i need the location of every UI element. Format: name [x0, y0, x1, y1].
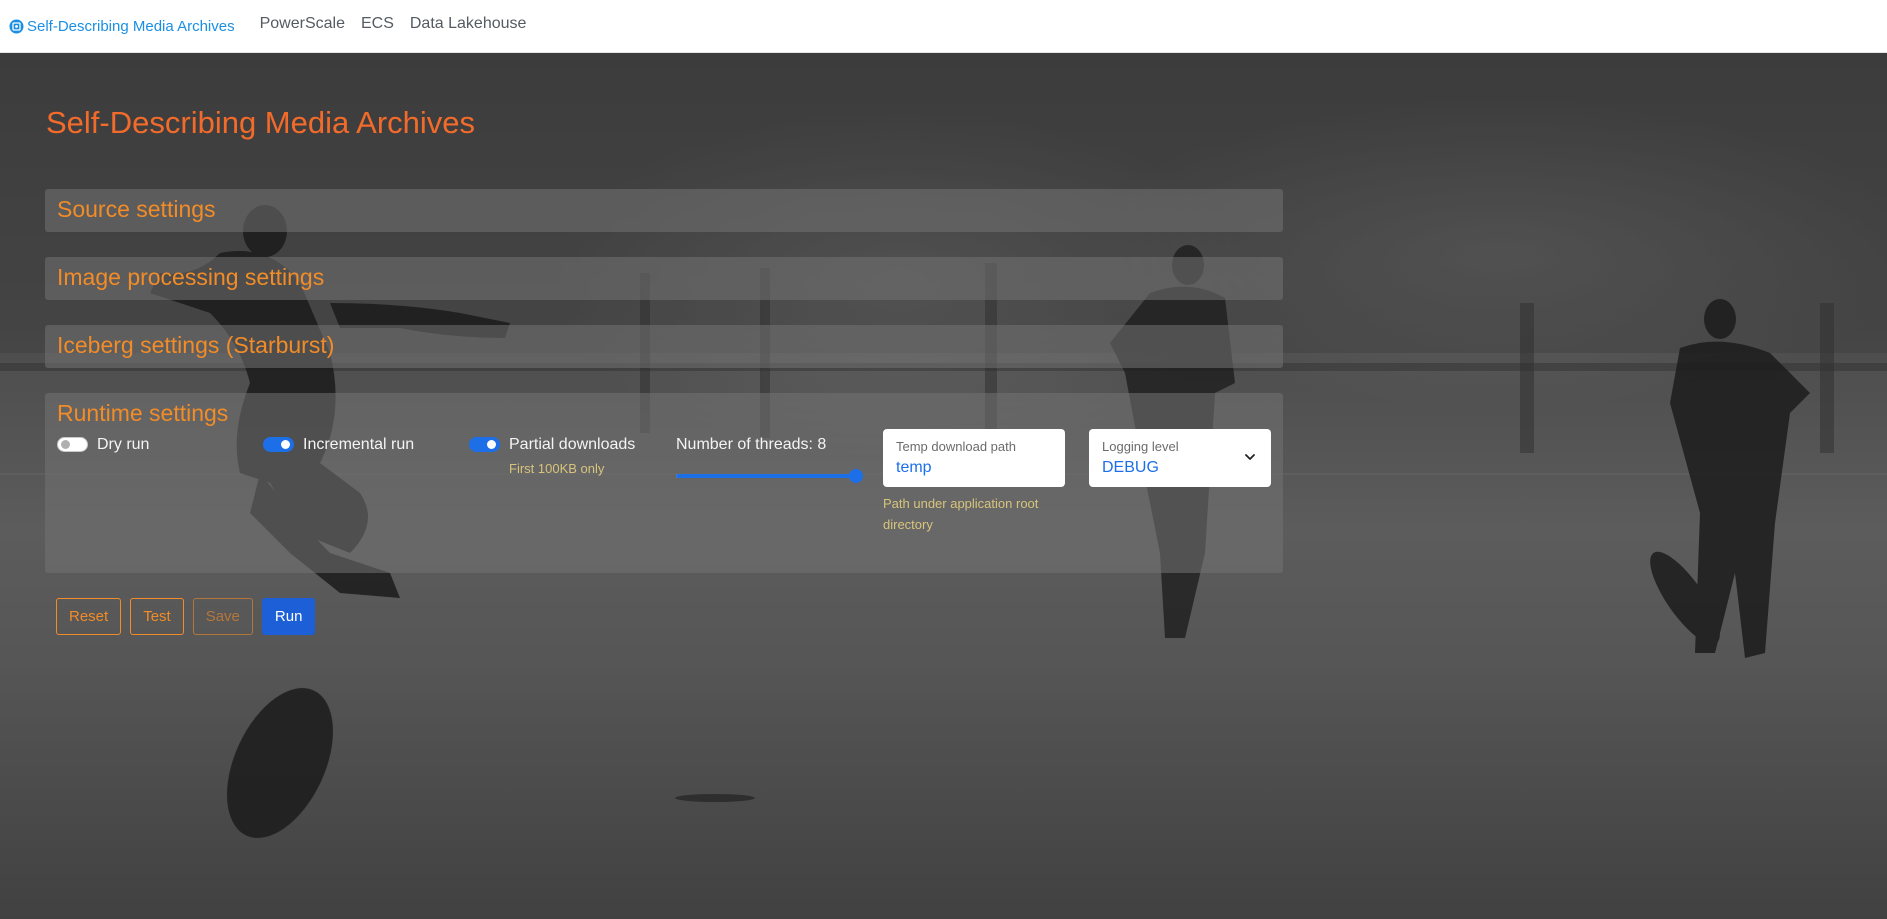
dry-run-switch[interactable]	[57, 437, 88, 452]
temp-download-path-label: Temp download path	[896, 439, 1016, 454]
brand-logo-icon	[9, 19, 24, 34]
test-button[interactable]: Test	[130, 598, 184, 635]
action-buttons: Reset Test Save Run	[56, 598, 324, 635]
temp-download-path-helper: Path under application root directory	[883, 496, 1039, 532]
run-button[interactable]: Run	[261, 598, 316, 635]
threads-slider-fill	[676, 474, 856, 478]
partial-downloads-helper: First 100KB only	[509, 461, 605, 476]
dry-run-toggle-group: Dry run	[57, 435, 149, 454]
panel-header-runtime-settings[interactable]: Runtime settings	[45, 393, 1283, 434]
nav-link-ecs[interactable]: ECS	[361, 15, 394, 33]
incremental-run-toggle-group: Incremental run	[263, 435, 414, 454]
panel-header-source-settings[interactable]: Source settings	[45, 189, 1283, 230]
panel-source-settings: Source settings	[45, 189, 1283, 232]
dry-run-label: Dry run	[97, 436, 150, 453]
partial-downloads-switch[interactable]	[469, 437, 500, 452]
threads-label: Number of threads: 8	[676, 436, 827, 453]
panel-header-iceberg-settings[interactable]: Iceberg settings (Starburst)	[45, 325, 1283, 366]
logging-level-value: DEBUG	[1102, 459, 1159, 476]
main-content: Self-Describing Media Archives Source se…	[0, 53, 1887, 919]
threads-slider-thumb[interactable]	[849, 469, 863, 483]
temp-download-path-field[interactable]: Temp download path temp	[883, 429, 1065, 487]
panel-image-processing-settings: Image processing settings	[45, 257, 1283, 300]
panel-header-image-processing-settings[interactable]: Image processing settings	[45, 257, 1283, 298]
brand-link[interactable]: Self-Describing Media Archives	[9, 18, 235, 35]
partial-downloads-label: Partial downloads	[509, 436, 636, 453]
nav-link-data-lakehouse[interactable]: Data Lakehouse	[410, 15, 527, 33]
brand-label: Self-Describing Media Archives	[27, 17, 235, 35]
nav-links: PowerScale ECS Data Lakehouse	[260, 15, 543, 35]
logging-level-label: Logging level	[1102, 439, 1179, 454]
chevron-down-icon	[1245, 454, 1255, 460]
threads-slider[interactable]	[676, 469, 863, 483]
partial-downloads-toggle-group: Partial downloads First 100KB only	[469, 435, 635, 479]
incremental-run-switch[interactable]	[263, 437, 294, 452]
top-navbar: Self-Describing Media Archives PowerScal…	[0, 0, 1887, 53]
reset-button[interactable]: Reset	[56, 598, 122, 635]
panel-iceberg-settings: Iceberg settings (Starburst)	[45, 325, 1283, 368]
save-button[interactable]: Save	[192, 598, 253, 635]
page-title: Self-Describing Media Archives	[46, 105, 476, 140]
temp-download-path-value[interactable]: temp	[896, 458, 1052, 478]
incremental-run-label: Incremental run	[303, 436, 415, 453]
logging-level-select[interactable]: Logging level DEBUG	[1089, 429, 1271, 487]
panel-runtime-settings: Runtime settings Dry run Incremental run…	[45, 393, 1283, 573]
nav-link-powerscale[interactable]: PowerScale	[260, 15, 345, 33]
